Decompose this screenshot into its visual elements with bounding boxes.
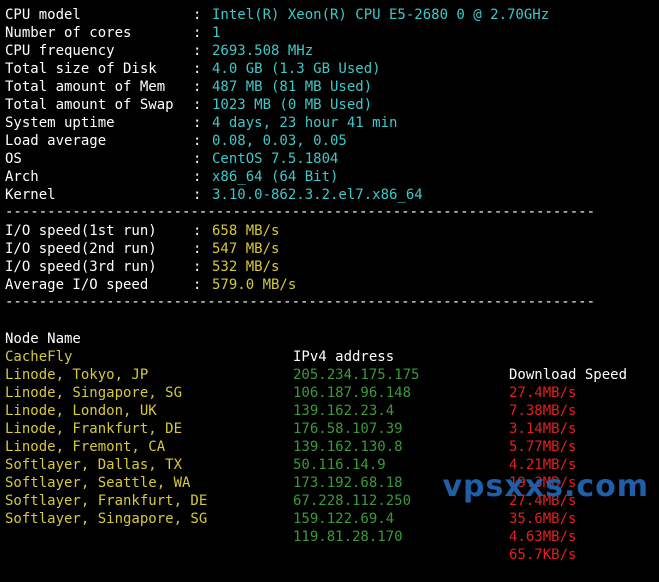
row-key: Number of cores	[5, 25, 132, 41]
node-speed: 7.38MB/s	[509, 403, 577, 419]
node-ip: 139.162.130.8	[293, 439, 403, 455]
row-value: 4 days, 23 hour 41 min	[212, 115, 398, 131]
row-colon: :	[193, 25, 202, 41]
row-key: Average I/O speed	[5, 277, 149, 293]
row-value: 658 MB/s	[212, 223, 280, 239]
row-key: CPU frequency	[5, 43, 115, 59]
row-colon: :	[193, 187, 202, 203]
table-row: Linode, Singapore, SG 139.162.23.4 3.14M…	[5, 366, 576, 437]
node-ip: 173.192.68.18	[293, 475, 403, 491]
row-key: Arch	[5, 169, 39, 185]
row-key: I/O speed(3rd run)	[5, 259, 157, 275]
table-row: Softlayer, Frankfurt, DE 159.122.69.4 4.…	[5, 474, 576, 545]
row-key: OS	[5, 151, 22, 167]
row-key: CPU model	[5, 7, 81, 23]
row-colon: :	[193, 241, 202, 257]
row-key: Total amount of Mem	[5, 79, 166, 95]
node-ip: 159.122.69.4	[293, 511, 395, 527]
row-value: 2693.508 MHz	[212, 43, 314, 59]
row-colon: :	[193, 223, 202, 239]
site-watermark: vpsxxs.com	[442, 469, 649, 504]
table-row: Softlayer, Dallas, TX 173.192.68.18 27.4…	[5, 438, 576, 509]
row-value: 579.0 MB/s	[212, 277, 297, 293]
table-row: Linode, Fremont, CA 50.116.14.9 19.3MB/s	[5, 420, 576, 491]
row-colon: :	[193, 133, 202, 149]
row-key: I/O speed(1st run)	[5, 223, 157, 239]
header-download-speed: Download Speed	[509, 367, 628, 383]
node-ip: 67.228.112.250	[293, 493, 412, 509]
node-speed: 5.77MB/s	[509, 439, 577, 455]
node-name: Softlayer, Singapore, SG	[5, 511, 208, 527]
row-colon: :	[193, 79, 202, 95]
row-value: Intel(R) Xeon(R) CPU E5-2680 0 @ 2.70GHz	[212, 7, 550, 23]
row-value: x86_64 (64 Bit)	[212, 169, 339, 185]
row-value: CentOS 7.5.1804	[212, 151, 339, 167]
separator-line: ----------------------------------------…	[5, 204, 596, 220]
row-key: Total amount of Swap	[5, 97, 174, 113]
table-row: Softlayer, Seattle, WA 67.228.112.250 35…	[5, 456, 576, 527]
row-colon: :	[193, 151, 202, 167]
table-row: Linode, Frankfurt, DE 139.162.130.8 4.21…	[5, 402, 576, 473]
node-speed: 65.7KB/s	[509, 547, 577, 563]
node-ip: 119.81.28.170	[293, 529, 403, 545]
row-value: 4.0 GB (1.3 GB Used)	[212, 61, 381, 77]
row-colon: :	[193, 169, 202, 185]
row-value: 3.10.0-862.3.2.el7.x86_64	[212, 187, 423, 203]
row-colon: :	[193, 97, 202, 113]
node-ip: 106.187.96.148	[293, 385, 412, 401]
row-value: 0.08, 0.03, 0.05	[212, 133, 347, 149]
node-ip: 139.162.23.4	[293, 403, 395, 419]
row-value: 1023 MB (0 MB Used)	[212, 97, 373, 113]
node-speed: 35.6MB/s	[509, 511, 577, 527]
row-key: I/O speed(2nd run)	[5, 241, 157, 257]
table-row: CacheFly 205.234.175.175 27.4MB/s	[5, 330, 576, 401]
node-speed: 4.63MB/s	[509, 529, 577, 545]
row-value: 487 MB (81 MB Used)	[212, 79, 373, 95]
node-ip: 205.234.175.175	[293, 367, 420, 383]
row-colon: :	[193, 115, 202, 131]
row-colon: :	[193, 7, 202, 23]
table-row: Softlayer, Singapore, SG 119.81.28.170 6…	[5, 492, 576, 563]
header-ipv4: IPv4 address	[293, 349, 395, 365]
row-value: 547 MB/s	[212, 241, 280, 257]
table-row: Linode, London, UK 176.58.107.39 5.77MB/…	[5, 384, 576, 455]
table-row: Linode, Tokyo, JP 106.187.96.148 7.38MB/…	[5, 348, 576, 419]
row-value: 532 MB/s	[212, 259, 280, 275]
node-ip: 176.58.107.39	[293, 421, 403, 437]
row-colon: :	[193, 43, 202, 59]
node-speed: 3.14MB/s	[509, 421, 577, 437]
row-colon: :	[193, 61, 202, 77]
row-key: Total size of Disk	[5, 61, 157, 77]
row-key: Load average	[5, 133, 107, 149]
separator-line: ----------------------------------------…	[5, 294, 596, 310]
node-ip: 50.116.14.9	[293, 457, 386, 473]
row-value: 1	[212, 25, 221, 41]
row-key: System uptime	[5, 115, 115, 131]
table-header: Node Name IPv4 address Download Speed	[5, 312, 627, 383]
row-key: Kernel	[5, 187, 56, 203]
row-colon: :	[193, 259, 202, 275]
node-speed: 27.4MB/s	[509, 385, 577, 401]
row-colon: :	[193, 277, 202, 293]
